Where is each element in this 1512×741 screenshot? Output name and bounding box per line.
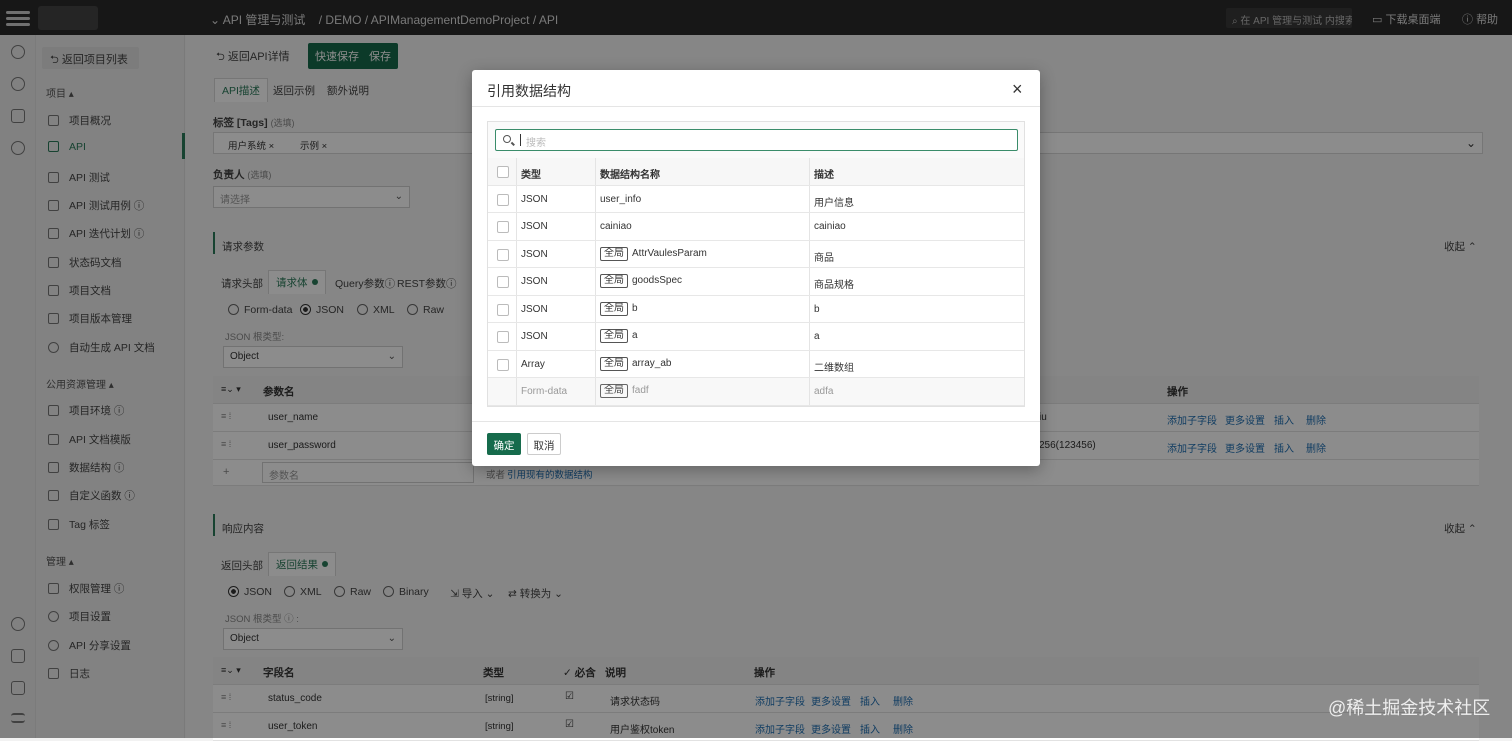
divider [472, 421, 1040, 422]
search-icon [503, 135, 511, 143]
row-checkbox[interactable] [497, 193, 509, 206]
close-icon[interactable]: × [1012, 79, 1023, 100]
table-header: 类型 数据结构名称 描述 [488, 158, 1024, 186]
table-row[interactable]: JSON 全局 b b [488, 295, 1024, 323]
dialog-title: 引用数据结构 [487, 83, 571, 99]
table-row[interactable]: JSON 全局 goodsSpec 商品规格 [488, 268, 1024, 296]
global-badge: 全局 [600, 274, 628, 288]
search-input[interactable]: 搜索 [495, 129, 1018, 151]
row-checkbox[interactable] [497, 221, 509, 233]
global-badge: 全局 [600, 356, 628, 371]
global-badge: 全局 [600, 384, 628, 398]
structure-table: 类型 数据结构名称 描述 JSON user_info 用户信息 JSON ca… [488, 158, 1024, 406]
table-row[interactable]: JSON 全局 AttrVaulesParam 商品 [488, 240, 1024, 268]
reference-structure-dialog: 引用数据结构 × 搜索 类型 数据结构名称 描述 JSON user_info … [472, 70, 1040, 466]
table-row[interactable]: JSON 全局 a a [488, 323, 1024, 351]
row-checkbox[interactable] [497, 248, 509, 261]
global-badge: 全局 [600, 301, 628, 316]
cancel-button[interactable]: 取消 [527, 433, 561, 455]
row-checkbox[interactable] [497, 276, 509, 288]
divider [472, 106, 1040, 107]
row-checkbox[interactable] [497, 303, 509, 316]
watermark: @稀土掘金技术社区 [1328, 698, 1491, 718]
structure-list-panel: 搜索 类型 数据结构名称 描述 JSON user_info 用户信息 JSON… [487, 121, 1025, 407]
text-caret [520, 134, 521, 146]
table-row-disabled: Form-data 全局 fadf adfa [488, 378, 1024, 406]
table-row[interactable]: JSON user_info 用户信息 [488, 185, 1024, 213]
row-checkbox[interactable] [497, 331, 509, 343]
table-row[interactable]: Array 全局 array_ab 二维数组 [488, 350, 1024, 378]
confirm-button[interactable]: 确定 [487, 433, 521, 455]
global-badge: 全局 [600, 329, 628, 343]
table-row[interactable]: JSON cainiao cainiao [488, 213, 1024, 241]
row-checkbox[interactable] [497, 358, 509, 371]
global-badge: 全局 [600, 246, 628, 261]
select-all-checkbox[interactable] [497, 166, 509, 178]
